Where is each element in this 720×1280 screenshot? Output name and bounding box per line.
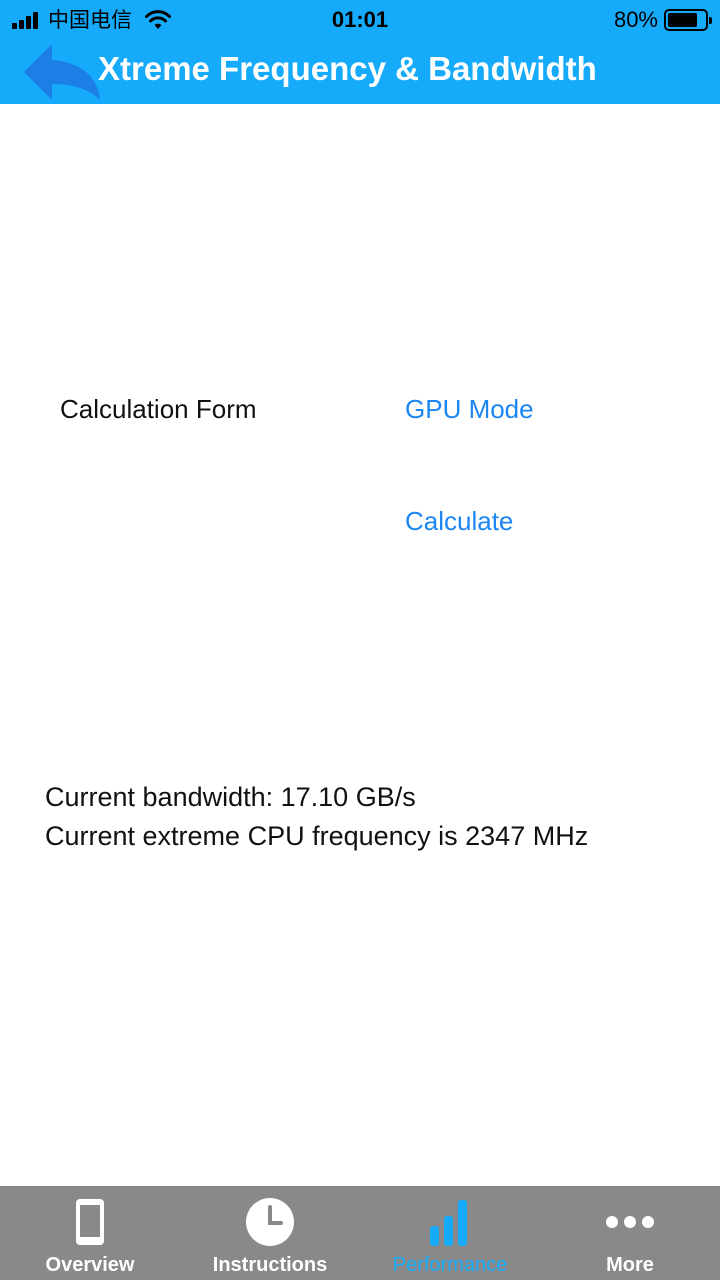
tab-label: Performance <box>392 1254 508 1276</box>
main-content: Calculation Form GPU Mode Calculate Curr… <box>0 104 720 1186</box>
tab-label: Overview <box>45 1254 135 1276</box>
calculation-form-label: Calculation Form <box>60 394 257 424</box>
back-arrow-icon <box>24 44 100 100</box>
page-title: Xtreme Frequency & Bandwidth <box>98 50 597 87</box>
battery-fill <box>668 13 697 27</box>
frequency-result: Current extreme CPU frequency is 2347 MH… <box>45 821 589 851</box>
tab-bar: Overview Instructions Performance More <box>0 1186 720 1280</box>
header-area: 中国电信 01:01 80% Xtreme Frequency & Bandwi… <box>0 0 720 104</box>
battery-percent: 80% <box>613 7 658 32</box>
tab-label: More <box>606 1254 654 1276</box>
status-bar: 中国电信 01:01 80% <box>0 0 720 40</box>
bar-chart-icon <box>430 1200 467 1246</box>
tab-performance[interactable]: Performance <box>360 1186 540 1280</box>
status-right: 80% <box>613 7 712 33</box>
app-screen: 中国电信 01:01 80% Xtreme Frequency & Bandwi… <box>0 0 720 1280</box>
navigation-bar: Xtreme Frequency & Bandwidth <box>0 40 720 104</box>
tab-more[interactable]: More <box>540 1186 720 1280</box>
gpu-mode-button[interactable]: GPU Mode <box>405 394 534 425</box>
battery-icon <box>664 9 712 31</box>
tab-label: Instructions <box>212 1254 328 1276</box>
more-dots-icon <box>606 1216 654 1228</box>
clock-icon <box>246 1198 294 1246</box>
back-button[interactable] <box>18 42 104 102</box>
tab-instructions[interactable]: Instructions <box>180 1186 360 1280</box>
status-time: 01:01 <box>331 7 389 32</box>
phone-icon <box>76 1199 104 1245</box>
calculate-button[interactable]: Calculate <box>405 506 513 537</box>
tab-overview[interactable]: Overview <box>0 1186 180 1280</box>
battery-tip <box>709 17 712 24</box>
bandwidth-result: Current bandwidth: 17.10 GB/s <box>45 782 416 812</box>
